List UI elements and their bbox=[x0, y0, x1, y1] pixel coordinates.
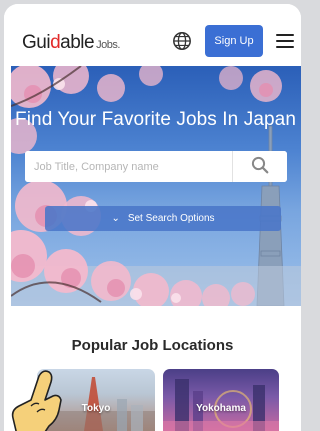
logo-text-prefix: Gui bbox=[22, 32, 51, 53]
popular-locations-title: Popular Job Locations bbox=[71, 337, 234, 354]
phone-screen: Guidable Jobs. Sign Up Find Your Favorit… bbox=[4, 4, 301, 431]
yokohama-cityscape bbox=[163, 379, 279, 431]
tap-hand-icon bbox=[11, 370, 62, 431]
logo-text-suffix: able bbox=[60, 32, 95, 53]
job-search-input[interactable] bbox=[25, 151, 230, 182]
location-card-yokohama[interactable]: Yokohama bbox=[163, 369, 279, 431]
logo-jobs-text: Jobs. bbox=[96, 39, 120, 51]
search-bar bbox=[25, 151, 287, 182]
logo-text-accent: d bbox=[50, 32, 61, 53]
set-search-options-label: Set Search Options bbox=[127, 213, 215, 224]
location-label-yokohama: Yokohama bbox=[196, 403, 246, 414]
globe-icon[interactable] bbox=[172, 31, 192, 51]
hero-title: Find Your Favorite Jobs In Japan bbox=[15, 109, 296, 130]
chevron-down-icon: ⌄ bbox=[111, 213, 120, 224]
search-icon bbox=[251, 156, 269, 174]
menu-bar bbox=[276, 46, 294, 48]
hero-background-illustration bbox=[11, 66, 301, 306]
guidable-logo[interactable]: Guidable Jobs. bbox=[22, 32, 120, 54]
menu-bar bbox=[276, 40, 294, 42]
menu-bar bbox=[276, 34, 294, 36]
hero-banner: Find Your Favorite Jobs In Japan ⌄ Set Se… bbox=[11, 66, 301, 306]
site-header: Guidable Jobs. Sign Up bbox=[4, 4, 301, 66]
set-search-options-button[interactable]: ⌄ Set Search Options bbox=[45, 206, 281, 231]
sign-up-button[interactable]: Sign Up bbox=[205, 25, 263, 57]
search-button[interactable] bbox=[233, 151, 287, 182]
hamburger-menu-icon[interactable] bbox=[276, 34, 294, 48]
